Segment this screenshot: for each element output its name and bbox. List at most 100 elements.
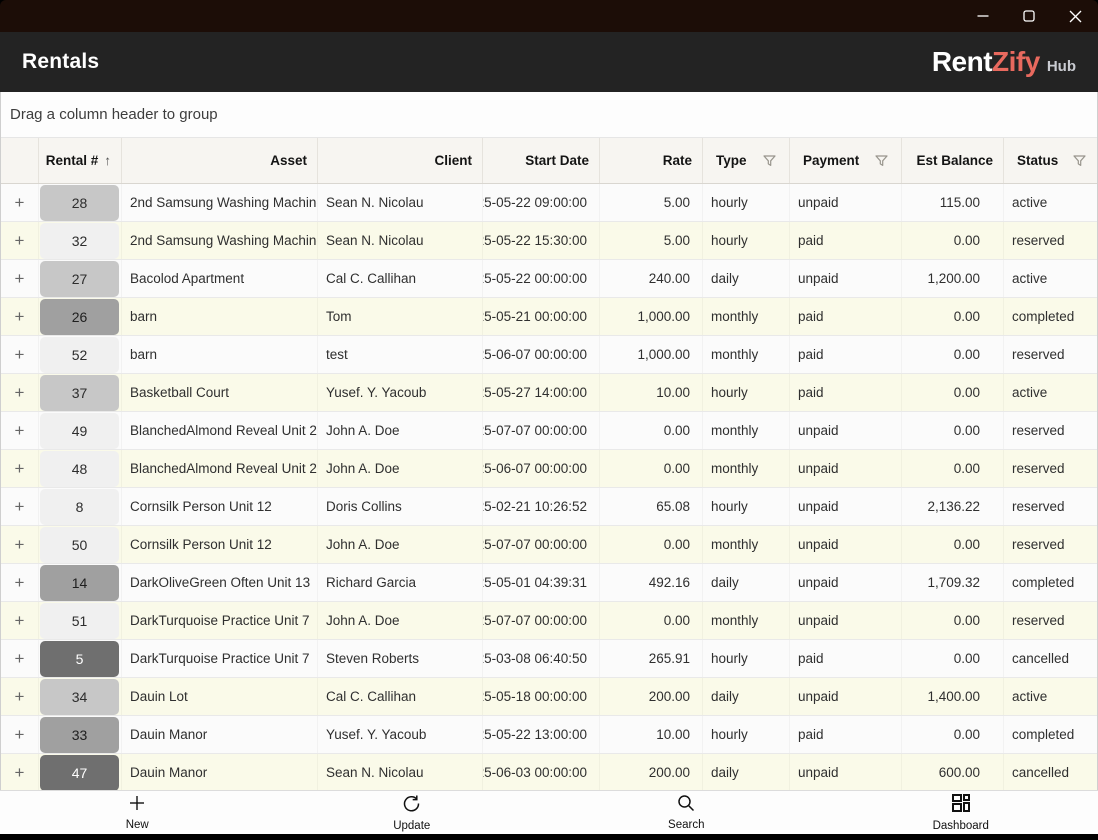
rental-number-cell: 37 xyxy=(39,374,122,411)
filter-icon[interactable] xyxy=(875,155,888,167)
logo-part-zify: Zify xyxy=(992,46,1040,78)
logo-part-rent: Rent xyxy=(932,46,992,78)
row-expander-button[interactable]: + xyxy=(1,678,39,715)
table-row[interactable]: +48BlanchedAlmond Reveal Unit 20John A. … xyxy=(1,450,1097,488)
search-button[interactable]: Search xyxy=(549,791,824,834)
table-row[interactable]: +49BlanchedAlmond Reveal Unit 20John A. … xyxy=(1,412,1097,450)
column-header-client[interactable]: Client xyxy=(318,138,483,183)
column-header-payment[interactable]: Payment xyxy=(790,138,902,183)
type-cell: hourly xyxy=(703,374,790,411)
table-row[interactable]: +51DarkTurquoise Practice Unit 7John A. … xyxy=(1,602,1097,640)
close-button[interactable] xyxy=(1052,0,1098,32)
row-expander-button[interactable]: + xyxy=(1,374,39,411)
column-header-start[interactable]: Start Date xyxy=(483,138,600,183)
plus-expander-icon: + xyxy=(15,231,25,251)
table-row[interactable]: +37Basketball CourtYusef. Y. Yacoub2025-… xyxy=(1,374,1097,412)
asset-cell: Bacolod Apartment xyxy=(122,260,318,297)
column-header-rate[interactable]: Rate xyxy=(600,138,703,183)
table-row[interactable]: +33Dauin ManorYusef. Y. Yacoub2025-05-22… xyxy=(1,716,1097,754)
maximize-button[interactable] xyxy=(1006,0,1052,32)
toolbar-button-label: Search xyxy=(668,819,704,831)
rental-number-cell: 14 xyxy=(39,564,122,601)
table-row[interactable]: +47Dauin ManorSean N. Nicolau2025-06-03 … xyxy=(1,754,1097,790)
column-header-balance[interactable]: Est Balance xyxy=(902,138,1004,183)
row-expander-button[interactable]: + xyxy=(1,298,39,335)
table-row[interactable]: +52barntest2025-06-07 00:00:001,000.00mo… xyxy=(1,336,1097,374)
type-cell: daily xyxy=(703,260,790,297)
table-row[interactable]: +50Cornsilk Person Unit 12John A. Doe202… xyxy=(1,526,1097,564)
close-icon xyxy=(1069,10,1082,23)
table-row[interactable]: +34Dauin LotCal C. Callihan2025-05-18 00… xyxy=(1,678,1097,716)
asset-cell: 2nd Samsung Washing Machine xyxy=(122,184,318,221)
plus-expander-icon: + xyxy=(15,269,25,289)
toolbar-button-label: New xyxy=(126,819,149,831)
table-row[interactable]: +5DarkTurquoise Practice Unit 7Steven Ro… xyxy=(1,640,1097,678)
rate-cell: 0.00 xyxy=(600,450,703,487)
rate-cell: 200.00 xyxy=(600,678,703,715)
client-cell: test xyxy=(318,336,483,373)
status-cell: active xyxy=(1004,374,1097,411)
table-row[interactable]: +26barnTom2025-05-21 00:00:001,000.00mon… xyxy=(1,298,1097,336)
dashboard-button[interactable]: Dashboard xyxy=(824,791,1098,834)
start-date-cell: 2025-05-22 15:30:00 xyxy=(483,222,600,259)
table-row[interactable]: +322nd Samsung Washing MachineSean N. Ni… xyxy=(1,222,1097,260)
row-expander-button[interactable]: + xyxy=(1,412,39,449)
row-expander-button[interactable]: + xyxy=(1,526,39,563)
start-date-cell: 2025-05-01 04:39:31 xyxy=(483,564,600,601)
rate-cell: 5.00 xyxy=(600,222,703,259)
column-header-rental[interactable]: Rental #↑ xyxy=(39,138,122,183)
start-date-cell: 2025-02-21 10:26:52 xyxy=(483,488,600,525)
est-balance-cell: 0.00 xyxy=(902,716,1004,753)
row-expander-button[interactable]: + xyxy=(1,450,39,487)
column-header-label: Rental # xyxy=(46,153,99,168)
asset-cell: Dauin Lot xyxy=(122,678,318,715)
est-balance-cell: 0.00 xyxy=(902,450,1004,487)
plus-expander-icon: + xyxy=(15,649,25,669)
rental-number-badge: 28 xyxy=(40,185,119,221)
update-button[interactable]: Update xyxy=(275,791,550,834)
asset-cell: Dauin Manor xyxy=(122,754,318,790)
filter-icon[interactable] xyxy=(1073,155,1086,167)
rental-number-badge: 26 xyxy=(40,299,119,335)
row-expander-button[interactable]: + xyxy=(1,754,39,790)
type-cell: hourly xyxy=(703,488,790,525)
est-balance-cell: 1,400.00 xyxy=(902,678,1004,715)
client-cell: John A. Doe xyxy=(318,526,483,563)
group-by-drop-zone[interactable]: Drag a column header to group xyxy=(1,92,1097,138)
column-header-status[interactable]: Status xyxy=(1004,138,1097,183)
asset-cell: 2nd Samsung Washing Machine xyxy=(122,222,318,259)
table-row[interactable]: +27Bacolod ApartmentCal C. Callihan2025-… xyxy=(1,260,1097,298)
asset-cell: DarkOliveGreen Often Unit 13 xyxy=(122,564,318,601)
type-cell: monthly xyxy=(703,450,790,487)
filter-icon[interactable] xyxy=(763,155,776,167)
rental-number-badge: 14 xyxy=(40,565,119,601)
column-header-expander xyxy=(1,138,39,183)
group-hint-text: Drag a column header to group xyxy=(10,106,218,123)
row-expander-button[interactable]: + xyxy=(1,488,39,525)
row-expander-button[interactable]: + xyxy=(1,640,39,677)
new-button[interactable]: New xyxy=(0,791,275,834)
row-expander-button[interactable]: + xyxy=(1,222,39,259)
row-expander-button[interactable]: + xyxy=(1,260,39,297)
status-cell: reserved xyxy=(1004,222,1097,259)
row-expander-button[interactable]: + xyxy=(1,564,39,601)
asset-cell: BlanchedAlmond Reveal Unit 20 xyxy=(122,412,318,449)
rate-cell: 1,000.00 xyxy=(600,298,703,335)
table-row[interactable]: +14DarkOliveGreen Often Unit 13Richard G… xyxy=(1,564,1097,602)
column-header-asset[interactable]: Asset xyxy=(122,138,318,183)
row-expander-button[interactable]: + xyxy=(1,184,39,221)
start-date-cell: 2025-06-03 00:00:00 xyxy=(483,754,600,790)
row-expander-button[interactable]: + xyxy=(1,336,39,373)
column-header-label: Status xyxy=(1017,153,1058,168)
payment-cell: unpaid xyxy=(790,602,902,639)
row-expander-button[interactable]: + xyxy=(1,602,39,639)
table-row[interactable]: +282nd Samsung Washing MachineSean N. Ni… xyxy=(1,184,1097,222)
minimize-button[interactable] xyxy=(960,0,1006,32)
column-header-type[interactable]: Type xyxy=(703,138,790,183)
row-expander-button[interactable]: + xyxy=(1,716,39,753)
rate-cell: 10.00 xyxy=(600,716,703,753)
est-balance-cell: 0.00 xyxy=(902,222,1004,259)
plus-expander-icon: + xyxy=(15,535,25,555)
table-row[interactable]: +8Cornsilk Person Unit 12Doris Collins20… xyxy=(1,488,1097,526)
est-balance-cell: 115.00 xyxy=(902,184,1004,221)
